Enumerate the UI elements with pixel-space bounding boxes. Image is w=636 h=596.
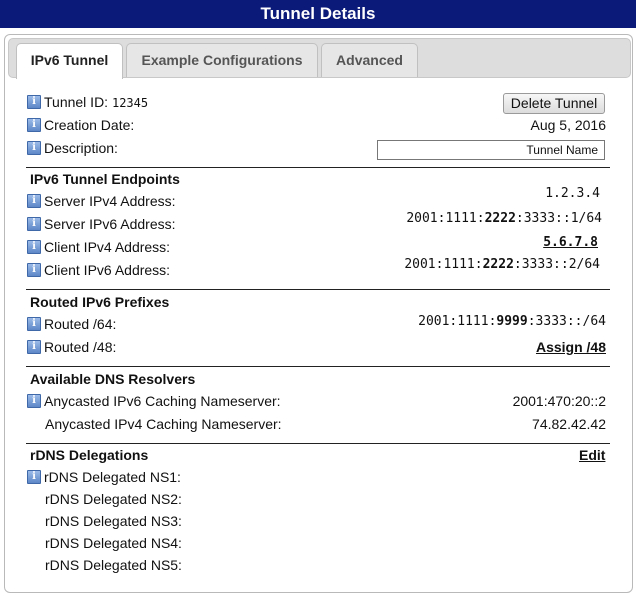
info-icon[interactable]: i: [27, 194, 41, 208]
delete-tunnel-button[interactable]: Delete Tunnel: [503, 93, 605, 114]
assign-48-link[interactable]: Assign /48: [536, 339, 606, 355]
rdns-ns2-label: rDNS Delegated NS2:: [45, 491, 182, 507]
window-title: Tunnel Details: [0, 0, 636, 28]
creation-date-value: Aug 5, 2016: [530, 117, 606, 133]
info-icon[interactable]: i: [27, 217, 41, 231]
description-label: Description:: [44, 140, 118, 156]
info-icon[interactable]: i: [27, 240, 41, 254]
rdns-ns3-label: rDNS Delegated NS3:: [45, 513, 182, 529]
rdns-ns5-label: rDNS Delegated NS5:: [45, 557, 182, 573]
divider: [26, 366, 610, 367]
server-ipv4-label: Server IPv4 Address:: [44, 193, 176, 209]
rdns-section-title: rDNS Delegations: [30, 447, 149, 463]
rdns-ns4-row: rDNS Delegated NS4:: [26, 533, 606, 555]
server-ipv6-row: i Server IPv6 Address: 2001:1111:2222:33…: [26, 211, 606, 236]
dns-ipv4-value: 74.82.42.42: [532, 416, 606, 432]
description-input[interactable]: Tunnel Name: [377, 140, 605, 160]
tab-strip: IPv6 Tunnel Example Configurations Advan…: [8, 38, 631, 79]
info-icon[interactable]: i: [27, 95, 41, 109]
rdns-ns1-label: rDNS Delegated NS1:: [44, 469, 181, 485]
info-icon[interactable]: i: [27, 263, 41, 277]
dns-ipv6-label: Anycasted IPv6 Caching Nameserver:: [44, 393, 281, 409]
dns-ipv4-label: Anycasted IPv4 Caching Nameserver:: [45, 416, 282, 432]
dns-ipv4-row: Anycasted IPv4 Caching Nameserver: 74.82…: [26, 414, 606, 436]
rdns-ns3-row: rDNS Delegated NS3:: [26, 511, 606, 533]
client-ipv4-link[interactable]: 5.6.7.8: [543, 235, 598, 250]
rdns-ns5-row: rDNS Delegated NS5:: [26, 555, 606, 577]
tab-ipv6-tunnel[interactable]: IPv6 Tunnel: [16, 43, 123, 79]
tunnel-id-value: 12345: [111, 96, 149, 110]
server-ipv6-label: Server IPv6 Address:: [44, 216, 176, 232]
tab-advanced[interactable]: Advanced: [321, 43, 418, 77]
rdns-edit-link[interactable]: Edit: [579, 447, 605, 463]
divider: [26, 167, 610, 168]
divider: [26, 443, 610, 444]
info-icon[interactable]: i: [27, 470, 41, 484]
routed-48-row: i Routed /48: Assign /48: [26, 337, 606, 359]
rdns-ns2-row: rDNS Delegated NS2:: [26, 489, 606, 511]
tunnel-id-label: Tunnel ID: 12345: [44, 94, 149, 110]
client-ipv6-row: i Client IPv6 Address: 2001:1111:2222:33…: [26, 257, 606, 282]
server-ipv4-value: 1.2.3.4: [545, 186, 600, 201]
client-ipv4-row: i Client IPv4 Address: 5.6.7.8: [26, 235, 606, 259]
routed-64-value: 2001:1111:9999:3333::/64: [418, 314, 606, 329]
client-ipv4-label: Client IPv4 Address:: [44, 239, 171, 255]
dns-ipv6-row: i Anycasted IPv6 Caching Nameserver: 200…: [26, 391, 606, 413]
creation-date-row: i Creation Date: Aug 5, 2016: [26, 115, 606, 137]
info-icon[interactable]: i: [27, 317, 41, 331]
rdns-ns4-label: rDNS Delegated NS4:: [45, 535, 182, 551]
routed-48-label: Routed /48:: [44, 339, 117, 355]
routed-64-row: i Routed /64: 2001:1111:9999:3333::/64: [26, 314, 606, 336]
server-ipv6-value: 2001:1111:2222:3333::1/64: [406, 211, 602, 226]
client-ipv6-value: 2001:1111:2222:3333::2/64: [404, 257, 600, 272]
client-ipv6-label: Client IPv6 Address:: [44, 262, 171, 278]
server-ipv4-row: i Server IPv4 Address: 1.2.3.4: [26, 186, 606, 213]
divider: [26, 289, 610, 290]
dns-ipv6-value: 2001:470:20::2: [512, 393, 606, 409]
tab-example-configurations[interactable]: Example Configurations: [126, 43, 318, 77]
routed-64-label: Routed /64:: [44, 316, 117, 332]
rdns-ns1-row: i rDNS Delegated NS1:: [26, 467, 606, 489]
prefixes-section-title: Routed IPv6 Prefixes: [30, 294, 170, 310]
endpoints-section-title: IPv6 Tunnel Endpoints: [30, 171, 180, 187]
info-icon[interactable]: i: [27, 340, 41, 354]
info-icon[interactable]: i: [27, 394, 41, 408]
dns-section-title: Available DNS Resolvers: [30, 371, 196, 387]
info-icon[interactable]: i: [27, 118, 41, 132]
creation-date-label: Creation Date:: [44, 117, 135, 133]
info-icon[interactable]: i: [27, 141, 41, 155]
